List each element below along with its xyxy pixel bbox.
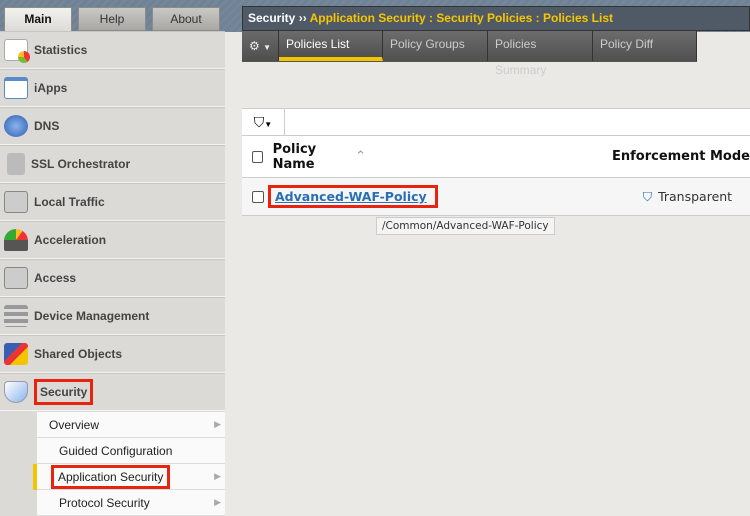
table-row: Advanced-WAF-Policy ⛉ Transparent [242, 178, 750, 216]
chevron-right-icon: ▶ [214, 419, 221, 429]
chevron-right-icon: ▶ [214, 471, 221, 481]
sidebar-item-iapps[interactable]: iApps [0, 69, 225, 107]
security-shield-icon [4, 381, 28, 403]
gear-icon: ⚙ [248, 39, 260, 53]
device-management-icon [4, 305, 28, 327]
policy-name-link[interactable]: Advanced-WAF-Policy [268, 185, 438, 208]
policy-path-tooltip: /Common/Advanced-WAF-Policy [376, 217, 555, 235]
security-submenu: Overview ▶ Guided Configuration Applicati… [33, 412, 225, 516]
statistics-icon [4, 39, 30, 63]
submenu-overview[interactable]: Overview ▶ [37, 412, 225, 438]
chevron-right-icon: ▶ [214, 497, 221, 507]
submenu-guided-configuration[interactable]: Guided Configuration [37, 438, 225, 464]
iapps-icon [4, 77, 28, 99]
select-all-checkbox[interactable] [252, 150, 263, 163]
sidebar-item-shared-objects[interactable]: Shared Objects [0, 335, 225, 373]
filter-button[interactable]: ⛉▼ [242, 109, 285, 135]
acceleration-gauge-icon [4, 229, 28, 251]
sidebar-item-local-traffic[interactable]: Local Traffic [0, 183, 225, 221]
table-header: Policy Name ⌃ Enforcement Mode [242, 136, 750, 178]
sidebar-item-security[interactable]: Security [0, 373, 225, 411]
chevron-down-icon: ▼ [263, 43, 272, 52]
tab-help[interactable]: Help [78, 7, 146, 31]
main-nav-tabs: Main Help About [4, 7, 220, 32]
sidebar-item-access[interactable]: Access [0, 259, 225, 297]
tab-policy-groups[interactable]: Policy Groups [383, 31, 488, 61]
ssl-lock-icon [7, 153, 25, 175]
local-traffic-icon [4, 191, 28, 213]
sidebar-item-acceleration[interactable]: Acceleration [0, 221, 225, 259]
enforcement-mode: Transparent [658, 189, 733, 204]
shield-icon: ⛉ [642, 188, 653, 204]
sidebar-item-device-management[interactable]: Device Management [0, 297, 225, 335]
page-tabs: ⚙ ▼ Policies List Policy Groups Policies… [242, 31, 697, 77]
tab-about[interactable]: About [152, 7, 220, 31]
policies-table: ⛉▼ Policy Name ⌃ Enforcement Mode Advance… [242, 108, 750, 216]
tab-policies-list[interactable]: Policies List [279, 31, 383, 61]
column-policy-name[interactable]: Policy Name [273, 142, 350, 172]
sidebar-item-dns[interactable]: DNS [0, 107, 225, 145]
tab-main[interactable]: Main [4, 7, 72, 32]
sidebar-item-statistics[interactable]: Statistics [0, 31, 225, 69]
column-enforcement-mode[interactable]: Enforcement Mode [612, 149, 750, 164]
row-checkbox[interactable] [252, 190, 264, 203]
tab-policy-diff[interactable]: Policy Diff [593, 31, 697, 61]
gear-menu-button[interactable]: ⚙ ▼ [242, 31, 279, 61]
tab-policies-summary[interactable]: Policies Summary [488, 31, 593, 77]
submenu-protocol-security[interactable]: Protocol Security ▶ [37, 490, 225, 516]
filter-icon: ⛉ [253, 114, 265, 130]
submenu-application-security[interactable]: Application Security ▶ [33, 464, 225, 490]
shared-objects-icon [4, 343, 28, 365]
sort-ascending-icon: ⌃ [355, 149, 366, 164]
access-icon [4, 267, 28, 289]
dns-globe-icon [4, 115, 28, 137]
sidebar-item-ssl-orchestrator[interactable]: SSL Orchestrator [0, 145, 225, 183]
breadcrumb: Security ›› Application Security : Secur… [242, 6, 750, 31]
